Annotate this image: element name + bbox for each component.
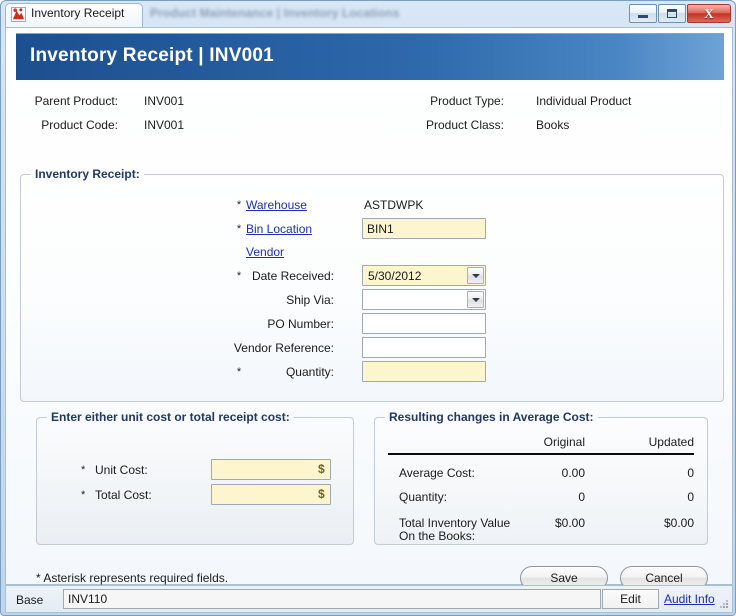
average-cost-updated: 0 [687, 466, 694, 480]
parent-product-value: INV001 [144, 94, 185, 108]
vendor-reference-label: Vendor Reference: [233, 341, 334, 355]
window-controls: X [628, 4, 731, 24]
cost-entry-fieldset: Enter either unit cost or total receipt … [36, 410, 354, 545]
average-cost-legend: Resulting changes in Average Cost: [385, 410, 598, 424]
close-button[interactable]: X [687, 4, 731, 23]
client-area: Inventory Receipt | INV001 Parent Produc… [5, 27, 733, 590]
date-received-value: 5/30/2012 [368, 269, 422, 283]
inventory-receipt-legend: Inventory Receipt: [31, 167, 144, 181]
cost-entry-legend: Enter either unit cost or total receipt … [47, 410, 294, 424]
quantity-updated: 0 [687, 490, 694, 504]
po-number-input[interactable] [362, 313, 486, 334]
warehouse-value: ASTDWPK [364, 198, 424, 212]
column-header-updated: Updated [648, 435, 694, 449]
edit-button[interactable]: Edit [602, 589, 659, 609]
audit-info-link[interactable]: Audit Info [664, 592, 715, 606]
bin-location-link[interactable]: Bin Location [246, 222, 312, 236]
required-fields-note: * Asterisk represents required fields. [36, 571, 229, 585]
status-base-input[interactable] [63, 589, 601, 609]
parent-product-label: Parent Product: [34, 94, 118, 108]
page-title: Inventory Receipt | INV001 [30, 45, 274, 66]
total-inventory-value-row-label-2: On the Books: [399, 529, 476, 543]
minimize-button[interactable] [629, 4, 657, 23]
bin-location-required-star: * [236, 223, 242, 235]
date-received-combobox[interactable]: 5/30/2012 [362, 265, 486, 286]
product-code-value: INV001 [144, 118, 185, 132]
quantity-original: 0 [578, 490, 585, 504]
quantity-row-label: Quantity: [399, 490, 448, 504]
resize-grip-icon[interactable] [719, 599, 729, 609]
warehouse-required-star: * [236, 199, 242, 211]
po-number-label: PO Number: [267, 317, 334, 331]
total-cost-label: Total Cost: [95, 488, 152, 502]
page-header-banner: Inventory Receipt | INV001 [16, 33, 724, 80]
warehouse-link[interactable]: Warehouse [246, 198, 307, 212]
product-class-value: Books [536, 118, 570, 132]
average-cost-row-label: Average Cost: [399, 466, 475, 480]
total-cost-currency-icon: $ [318, 487, 325, 501]
quantity-input[interactable] [362, 361, 486, 382]
unit-cost-label: Unit Cost: [95, 463, 148, 477]
ship-via-combobox[interactable] [362, 289, 486, 310]
product-class-label: Product Class: [425, 118, 504, 132]
chevron-down-icon[interactable] [467, 267, 484, 284]
background-tabs-label: Product Maintenance | Inventory Location… [150, 6, 400, 20]
maximize-icon [667, 9, 677, 18]
inventory-receipt-fieldset: Inventory Receipt: * Warehouse ASTDWPK *… [20, 167, 724, 402]
unit-cost-required-star: * [81, 464, 86, 476]
column-header-original: Original [543, 435, 585, 449]
total-cost-required-star: * [81, 489, 86, 501]
chevron-down-icon[interactable] [467, 291, 484, 308]
date-received-label: Date Received: [251, 269, 334, 283]
total-inventory-value-original: $0.00 [554, 516, 585, 530]
average-cost-fieldset: Resulting changes in Average Cost: Origi… [374, 410, 708, 545]
vendor-reference-input[interactable] [362, 337, 486, 358]
close-icon: X [704, 6, 714, 21]
table-header-divider [388, 453, 694, 455]
title-bar: Product Maintenance | Inventory Location… [2, 2, 736, 28]
vendor-link[interactable]: Vendor [246, 245, 284, 259]
total-inventory-value-updated: $0.00 [663, 516, 694, 530]
app-icon [11, 7, 26, 22]
unit-cost-input[interactable] [211, 459, 331, 480]
maximize-button[interactable] [658, 4, 686, 23]
quantity-label: Quantity: [285, 365, 334, 379]
minimize-icon [638, 15, 648, 18]
unit-cost-currency-icon: $ [318, 462, 325, 476]
average-cost-original: 0.00 [561, 466, 585, 480]
status-bar: Base Edit Audit Info [5, 585, 733, 613]
product-type-label: Product Type: [430, 94, 504, 108]
total-cost-input[interactable] [211, 484, 331, 505]
tab-title-label: Inventory Receipt [31, 6, 125, 20]
status-base-label: Base [16, 593, 44, 607]
application-window: Product Maintenance | Inventory Location… [0, 0, 736, 616]
product-type-value: Individual Product [536, 94, 632, 108]
bin-location-input[interactable] [362, 218, 486, 239]
total-inventory-value-row-label: Total Inventory Value [399, 516, 511, 530]
ship-via-label: Ship Via: [286, 293, 334, 307]
product-code-label: Product Code: [41, 118, 118, 132]
